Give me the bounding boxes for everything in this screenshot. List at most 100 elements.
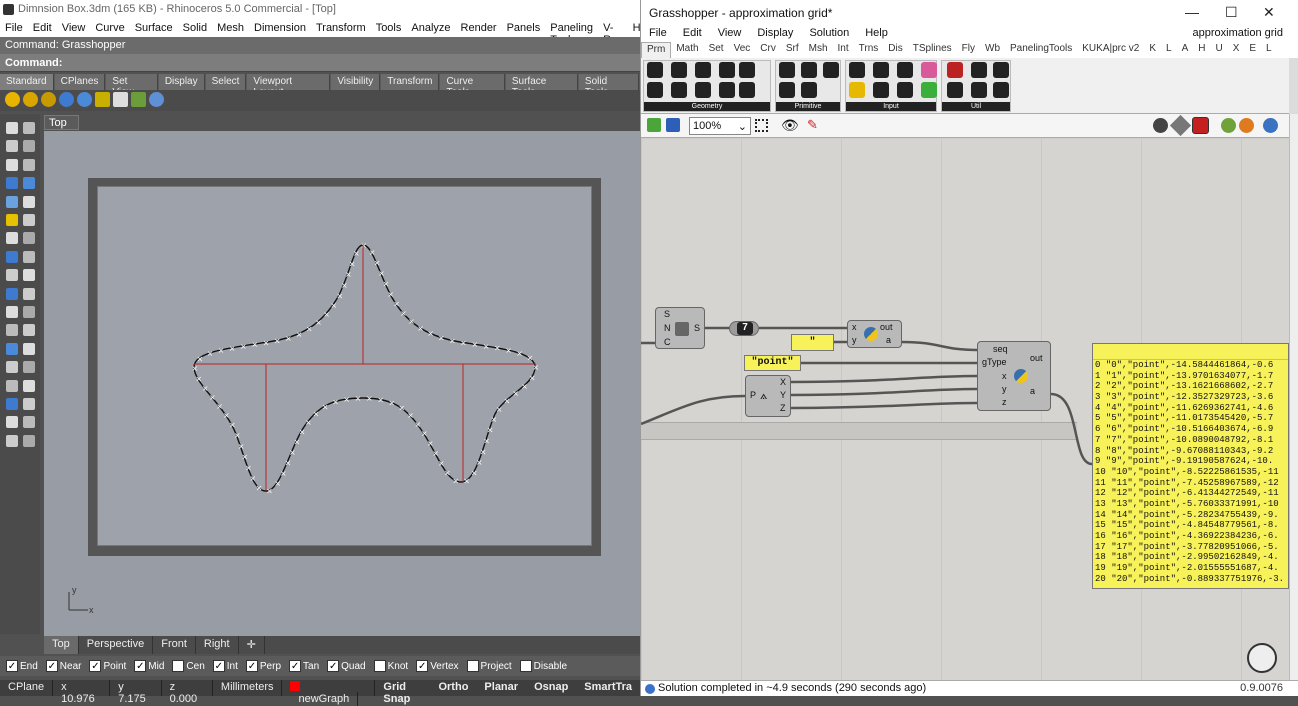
zoom-select[interactable]: 100%⌄: [689, 117, 751, 135]
status-cplane[interactable]: CPlane: [0, 680, 53, 696]
quote-panel[interactable]: ": [791, 334, 834, 351]
osnap-tan[interactable]: ✓Tan: [289, 660, 319, 672]
gh-tab-u-19[interactable]: U: [1210, 42, 1227, 58]
deconstruct-point-component[interactable]: P ⟑ X Y Z: [745, 375, 791, 417]
gh-tab-kuka-prc-v2-14[interactable]: KUKA|prc v2: [1077, 42, 1144, 58]
wireframe-icon[interactable]: [1170, 115, 1191, 136]
gh-tab-l-22[interactable]: L: [1261, 42, 1277, 58]
gh-tab-l-16[interactable]: L: [1161, 42, 1177, 58]
gh-component-icon[interactable]: [779, 62, 795, 78]
osnap-disable[interactable]: Disable: [520, 660, 567, 672]
osnap-perp[interactable]: ✓Perp: [246, 660, 281, 672]
globe-icon[interactable]: [1263, 118, 1278, 133]
gh-component-icon[interactable]: [873, 62, 889, 78]
gh-tab-math-1[interactable]: Math: [671, 42, 703, 58]
gh-tab-panelingtools-13[interactable]: PanelingTools: [1005, 42, 1077, 58]
checkbox-icon[interactable]: ✓: [416, 660, 428, 672]
gh-menu-help[interactable]: Help: [857, 27, 896, 42]
gh-component-icon[interactable]: [897, 82, 913, 98]
checkbox-icon[interactable]: [172, 660, 184, 672]
gh-tab-h-18[interactable]: H: [1193, 42, 1210, 58]
gh-component-icon[interactable]: [801, 62, 817, 78]
gh-menu-edit[interactable]: Edit: [675, 27, 710, 42]
gh-tab-set-2[interactable]: Set: [704, 42, 729, 58]
osnap-vertex[interactable]: ✓Vertex: [416, 660, 458, 672]
mode-osnap[interactable]: Osnap: [526, 680, 576, 696]
osnap-int[interactable]: ✓Int: [213, 660, 238, 672]
gh-tab-dis-9[interactable]: Dis: [883, 42, 907, 58]
gh-component-icon[interactable]: [647, 82, 663, 98]
gh-component-icon[interactable]: [921, 62, 937, 78]
gh-menu-solution[interactable]: Solution: [801, 27, 857, 42]
gh-component-icon[interactable]: [647, 62, 663, 78]
gh-tab-int-7[interactable]: Int: [833, 42, 854, 58]
gh-tab-x-20[interactable]: X: [1228, 42, 1245, 58]
osnap-mid[interactable]: ✓Mid: [134, 660, 164, 672]
checkbox-icon[interactable]: ✓: [246, 660, 258, 672]
checkbox-icon[interactable]: ✓: [89, 660, 101, 672]
preview-off-icon[interactable]: [1153, 118, 1168, 133]
osnap-knot[interactable]: Knot: [374, 660, 409, 672]
osnap-near[interactable]: ✓Near: [46, 660, 82, 672]
gh-tab-vec-3[interactable]: Vec: [729, 42, 756, 58]
gh-tab-trns-8[interactable]: Trns: [854, 42, 884, 58]
gh-tab-wb-12[interactable]: Wb: [980, 42, 1005, 58]
gh-component-icon[interactable]: [947, 82, 963, 98]
gh-component-icon[interactable]: [739, 62, 755, 78]
gh-component-icon[interactable]: [849, 82, 865, 98]
gh-tab-a-17[interactable]: A: [1177, 42, 1194, 58]
viewport-tab-top[interactable]: Top: [44, 636, 79, 654]
gh-component-icon[interactable]: [897, 62, 913, 78]
gh-component-icon[interactable]: [993, 62, 1009, 78]
point-panel[interactable]: "point": [744, 355, 801, 371]
navigation-compass-icon[interactable]: [1247, 643, 1277, 673]
gh-tab-e-21[interactable]: E: [1244, 42, 1261, 58]
viewport-tab-right[interactable]: Right: [196, 636, 239, 654]
gh-component-icon[interactable]: [993, 82, 1009, 98]
gh-component-icon[interactable]: [849, 62, 865, 78]
number-param[interactable]: 7: [729, 321, 759, 336]
gh-component-icon[interactable]: [947, 62, 963, 78]
osnap-cen[interactable]: Cen: [172, 660, 204, 672]
checkbox-icon[interactable]: [520, 660, 532, 672]
gh-menu-display[interactable]: Display: [749, 27, 801, 42]
gh-component-icon[interactable]: [695, 62, 711, 78]
render-preview-icon[interactable]: [1239, 118, 1254, 133]
viewport-tab-front[interactable]: Front: [153, 636, 196, 654]
gh-scrollbar[interactable]: [1289, 114, 1298, 680]
gh-component-icon[interactable]: [739, 82, 755, 98]
preview-eye-icon[interactable]: 👁: [781, 117, 799, 134]
checkbox-icon[interactable]: [467, 660, 479, 672]
gh-canvas[interactable]: S N C S 7 " "point" x y out a P ⟑ X Y Z: [641, 138, 1289, 680]
status-units[interactable]: Millimeters: [213, 680, 283, 696]
gh-tab-prm-0[interactable]: Prm: [641, 42, 671, 58]
checkbox-icon[interactable]: ✓: [46, 660, 58, 672]
gh-tab-crv-4[interactable]: Crv: [755, 42, 781, 58]
sketch-pen-icon[interactable]: ✎: [807, 117, 818, 133]
checkbox-icon[interactable]: ✓: [289, 660, 301, 672]
gh-component-icon[interactable]: [719, 82, 735, 98]
checkbox-icon[interactable]: ✓: [134, 660, 146, 672]
checkbox-icon[interactable]: ✓: [213, 660, 225, 672]
python-component-2[interactable]: seq gType x y z out a: [977, 341, 1051, 411]
output-panel[interactable]: 0 "0","point",-14.5844461864,-0.61 "1","…: [1092, 343, 1289, 589]
minimize-icon[interactable]: —: [1185, 4, 1199, 20]
gh-tab-fly-11[interactable]: Fly: [957, 42, 980, 58]
gh-component-icon[interactable]: [671, 62, 687, 78]
mode-ortho[interactable]: Ortho: [430, 680, 476, 696]
gh-component-icon[interactable]: [719, 62, 735, 78]
selected-preview-icon[interactable]: [1221, 118, 1236, 133]
checkbox-icon[interactable]: ✓: [327, 660, 339, 672]
save-file-icon[interactable]: [666, 118, 680, 132]
gh-component-icon[interactable]: [695, 82, 711, 98]
gh-menu-view[interactable]: View: [710, 27, 750, 42]
gh-component-icon[interactable]: [873, 82, 889, 98]
add-viewport-icon[interactable]: ✛: [239, 636, 265, 654]
gh-component-icon[interactable]: [971, 62, 987, 78]
zoom-extents-icon[interactable]: [755, 119, 768, 132]
gh-component-icon[interactable]: [801, 82, 817, 98]
osnap-project[interactable]: Project: [467, 660, 512, 672]
open-file-icon[interactable]: [647, 118, 661, 132]
maximize-icon[interactable]: ☐: [1225, 4, 1238, 21]
shaded-preview-icon[interactable]: [1192, 117, 1209, 134]
